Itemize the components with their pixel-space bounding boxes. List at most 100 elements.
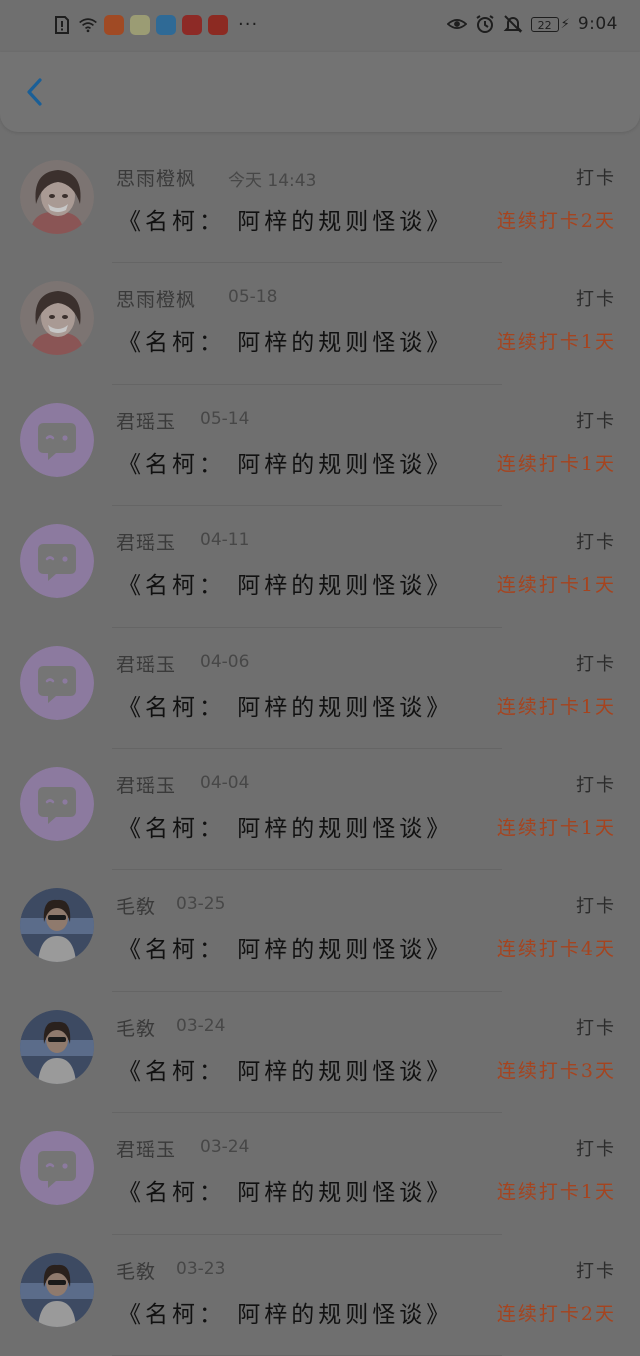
checkin-action-label: 打卡: [576, 1017, 616, 1039]
user-name[interactable]: 毛敎: [116, 892, 156, 919]
status-bar: ··· 22 ⚡ 9:04: [0, 0, 640, 52]
default-avatar-icon: [20, 402, 94, 477]
default-avatar-icon: [20, 524, 94, 599]
checkin-streak: 连续打卡1天: [496, 452, 616, 475]
mute-bell-icon: [503, 15, 523, 33]
charging-icon: ⚡: [560, 16, 570, 32]
alarm-icon: [476, 15, 494, 33]
checkin-action-label: 打卡: [576, 168, 616, 189]
book-title[interactable]: 《名柯： 阿梓的规则怪谈》: [118, 1173, 453, 1207]
user-avatar[interactable]: [20, 1252, 94, 1327]
user-name[interactable]: 思雨橙枫: [116, 285, 196, 312]
checkin-action-label: 打卡: [576, 896, 616, 918]
checkin-date: 03-25: [176, 894, 226, 915]
checkin-row[interactable]: 君瑶玉 04-04 《名柯： 阿梓的规则怪谈》 打卡连续打卡1天: [0, 749, 640, 871]
checkin-date: 今天 14:43: [228, 171, 317, 191]
checkin-row[interactable]: 毛敎 03-25 《名柯： 阿梓的规则怪谈》 打卡连续打卡4天: [0, 870, 640, 992]
user-name[interactable]: 君瑶玉: [116, 407, 176, 434]
checkin-streak: 连续打卡4天: [496, 938, 616, 961]
app-qq-icon: [130, 14, 150, 35]
checkin-date: 05-14: [200, 408, 250, 429]
checkin-row[interactable]: 思雨橙枫 05-18 《名柯： 阿梓的规则怪谈》 打卡 连续打卡1天: [0, 263, 640, 385]
photo-avatar: [20, 888, 94, 963]
more-notifications-indicator: ···: [238, 14, 259, 35]
chevron-left-icon: [27, 78, 42, 106]
checkin-date: 03-23: [176, 1258, 226, 1279]
checkin-action-label: 打卡: [576, 1139, 616, 1161]
back-button[interactable]: [18, 72, 54, 112]
checkin-row[interactable]: 君瑶玉 03-24 《名柯： 阿梓的规则怪谈》 打卡连续打卡1天: [0, 1113, 640, 1235]
checkin-streak: 连续打卡1天: [496, 816, 616, 839]
book-title[interactable]: 《名柯： 阿梓的规则怪谈》: [118, 688, 453, 722]
book-title[interactable]: 《名柯： 阿梓的规则怪谈》: [118, 1295, 453, 1329]
user-avatar[interactable]: [20, 645, 94, 720]
app-pinduoduo-icon: [208, 14, 228, 35]
user-name[interactable]: 君瑶玉: [116, 650, 176, 677]
checkin-date: 03-24: [176, 1015, 226, 1036]
default-avatar-icon: [20, 766, 94, 841]
checkin-list: 思雨橙枫 今天 14:43 《名柯： 阿梓的规则怪谈》 打卡 连续打卡2天 思雨橙枫 05-…: [0, 142, 640, 1356]
anime-girl-avatar: [20, 160, 94, 234]
user-avatar[interactable]: [20, 524, 94, 599]
book-title[interactable]: 《名柯： 阿梓的规则怪谈》: [118, 323, 453, 357]
photo-avatar: [20, 1252, 94, 1327]
checkin-streak: 连续打卡2天: [496, 210, 616, 232]
book-title[interactable]: 《名柯： 阿梓的规则怪谈》: [118, 809, 453, 843]
user-name[interactable]: 毛敎: [116, 1014, 156, 1041]
app-browser-icon: [156, 14, 176, 35]
user-avatar[interactable]: [20, 1131, 94, 1206]
user-avatar[interactable]: [20, 766, 94, 841]
checkin-date: 04-04: [200, 772, 250, 793]
book-title[interactable]: 《名柯： 阿梓的规则怪谈》: [118, 445, 453, 479]
user-avatar[interactable]: [20, 402, 94, 477]
checkin-row[interactable]: 毛敎 03-24 《名柯： 阿梓的规则怪谈》 打卡连续打卡3天: [0, 992, 640, 1114]
checkin-date: 04-11: [200, 530, 250, 551]
checkin-streak: 连续打卡1天: [496, 695, 616, 718]
anime-girl-avatar: [20, 281, 94, 356]
book-title[interactable]: 《名柯： 阿梓的规则怪谈》: [118, 202, 453, 236]
checkin-row[interactable]: 思雨橙枫 今天 14:43 《名柯： 阿梓的规则怪谈》 打卡连续打卡2天: [0, 142, 640, 264]
checkin-action-label: 打卡: [576, 289, 616, 311]
photo-avatar: [20, 1009, 94, 1084]
user-name[interactable]: 思雨橙枫: [116, 164, 196, 191]
alert-icon: [55, 15, 69, 34]
checkin-date: 03-24: [200, 1137, 250, 1158]
checkin-streak: 连续打卡2天: [496, 1302, 616, 1325]
user-avatar[interactable]: [20, 160, 94, 234]
checkin-action-label: 打卡: [576, 774, 616, 796]
checkin-action-label: 打卡: [576, 653, 616, 675]
book-title[interactable]: 《名柯： 阿梓的规则怪谈》: [118, 1052, 453, 1086]
checkin-row[interactable]: 君瑶玉 05-14 《名柯： 阿梓的规则怪谈》 打卡连续打卡1天: [0, 385, 640, 507]
top-navigation-bar: [0, 52, 640, 132]
checkin-date: 05-18: [228, 287, 278, 308]
user-name[interactable]: 毛敎: [116, 1257, 156, 1284]
status-bar-left: ···: [52, 14, 258, 35]
user-name[interactable]: 君瑶玉: [116, 1135, 176, 1162]
checkin-date: 04-06: [200, 651, 250, 672]
wifi-icon: [79, 17, 97, 32]
user-avatar[interactable]: [20, 281, 94, 356]
user-avatar[interactable]: [20, 1009, 94, 1084]
checkin-action-label: 打卡: [576, 1260, 616, 1282]
checkin-action-label: 打卡: [576, 410, 616, 432]
checkin-streak: 连续打卡1天: [496, 574, 616, 597]
checkin-streak: 连续打卡3天: [496, 1059, 616, 1082]
user-name[interactable]: 君瑶玉: [116, 528, 176, 555]
battery-level: 22: [530, 16, 559, 32]
user-name[interactable]: 君瑶玉: [116, 771, 176, 798]
checkin-action-label: 打卡: [576, 532, 616, 554]
default-avatar-icon: [20, 1131, 94, 1206]
app-taobao-icon: [104, 14, 124, 35]
user-avatar[interactable]: [20, 888, 94, 963]
book-title[interactable]: 《名柯： 阿梓的规则怪谈》: [118, 566, 453, 600]
book-title[interactable]: 《名柯： 阿梓的规则怪谈》: [118, 930, 453, 964]
checkin-row[interactable]: 君瑶玉 04-11 《名柯： 阿梓的规则怪谈》 打卡连续打卡1天: [0, 506, 640, 628]
checkin-row[interactable]: 君瑶玉 04-06 《名柯： 阿梓的规则怪谈》 打卡连续打卡1天: [0, 628, 640, 749]
checkin-streak: 连续打卡1天: [496, 1181, 616, 1204]
status-time: 9:04: [577, 14, 618, 34]
eye-comfort-icon: [446, 19, 467, 29]
default-avatar-icon: [20, 645, 94, 720]
checkin-row[interactable]: 毛敎 03-23 《名柯： 阿梓的规则怪谈》 打卡连续打卡2天: [0, 1235, 640, 1356]
app-netease-icon: [182, 14, 202, 35]
status-bar-right: 22 ⚡ 9:04: [446, 14, 618, 34]
